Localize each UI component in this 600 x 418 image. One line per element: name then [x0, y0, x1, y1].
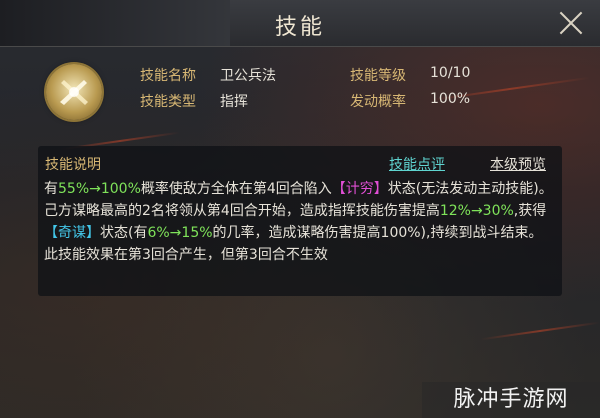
description-title: 技能说明 [45, 157, 101, 173]
desc-text-segment: 概率使敌方全体在第4回合陷入 [140, 181, 332, 197]
skill-name-label: 技能名称 [140, 68, 196, 84]
title-bar: 技能 [0, 0, 600, 47]
trigger-rate-value: 100% [430, 91, 471, 107]
skill-type-label: 技能类型 [140, 94, 196, 110]
desc-status-tag: 【奇谋】 [44, 225, 100, 241]
skill-review-link[interactable]: 技能点评 [389, 154, 445, 174]
trigger-rate-label: 发动概率 [350, 94, 406, 110]
desc-highlight-value: 6%→15% [147, 225, 213, 241]
desc-text-segment: 有 [44, 181, 58, 197]
watermark: 脉冲手游网 [422, 382, 600, 418]
skill-type-value: 指挥 [220, 94, 248, 110]
close-icon[interactable] [558, 10, 584, 36]
desc-highlight-value: 12%→30% [439, 203, 514, 219]
description-text: 有55%→100%概率使敌方全体在第4回合陷入【计穷】状态(无法发动主动技能)。… [44, 178, 556, 266]
page-title: 技能 [274, 15, 325, 40]
skill-level-value: 10/10 [430, 65, 471, 81]
skill-level-label: 技能等级 [350, 68, 406, 84]
level-preview-link[interactable]: 本级预览 [490, 154, 546, 174]
desc-text-segment: ,获得 [513, 203, 547, 219]
skill-emblem-icon [60, 80, 88, 105]
desc-status-tag: 【计穷】 [331, 181, 388, 197]
desc-text-segment: 状态(有 [100, 225, 148, 241]
desc-highlight-value: 55%→100% [58, 181, 141, 197]
skill-name-value: 卫公兵法 [220, 68, 276, 84]
skill-icon [46, 64, 102, 120]
